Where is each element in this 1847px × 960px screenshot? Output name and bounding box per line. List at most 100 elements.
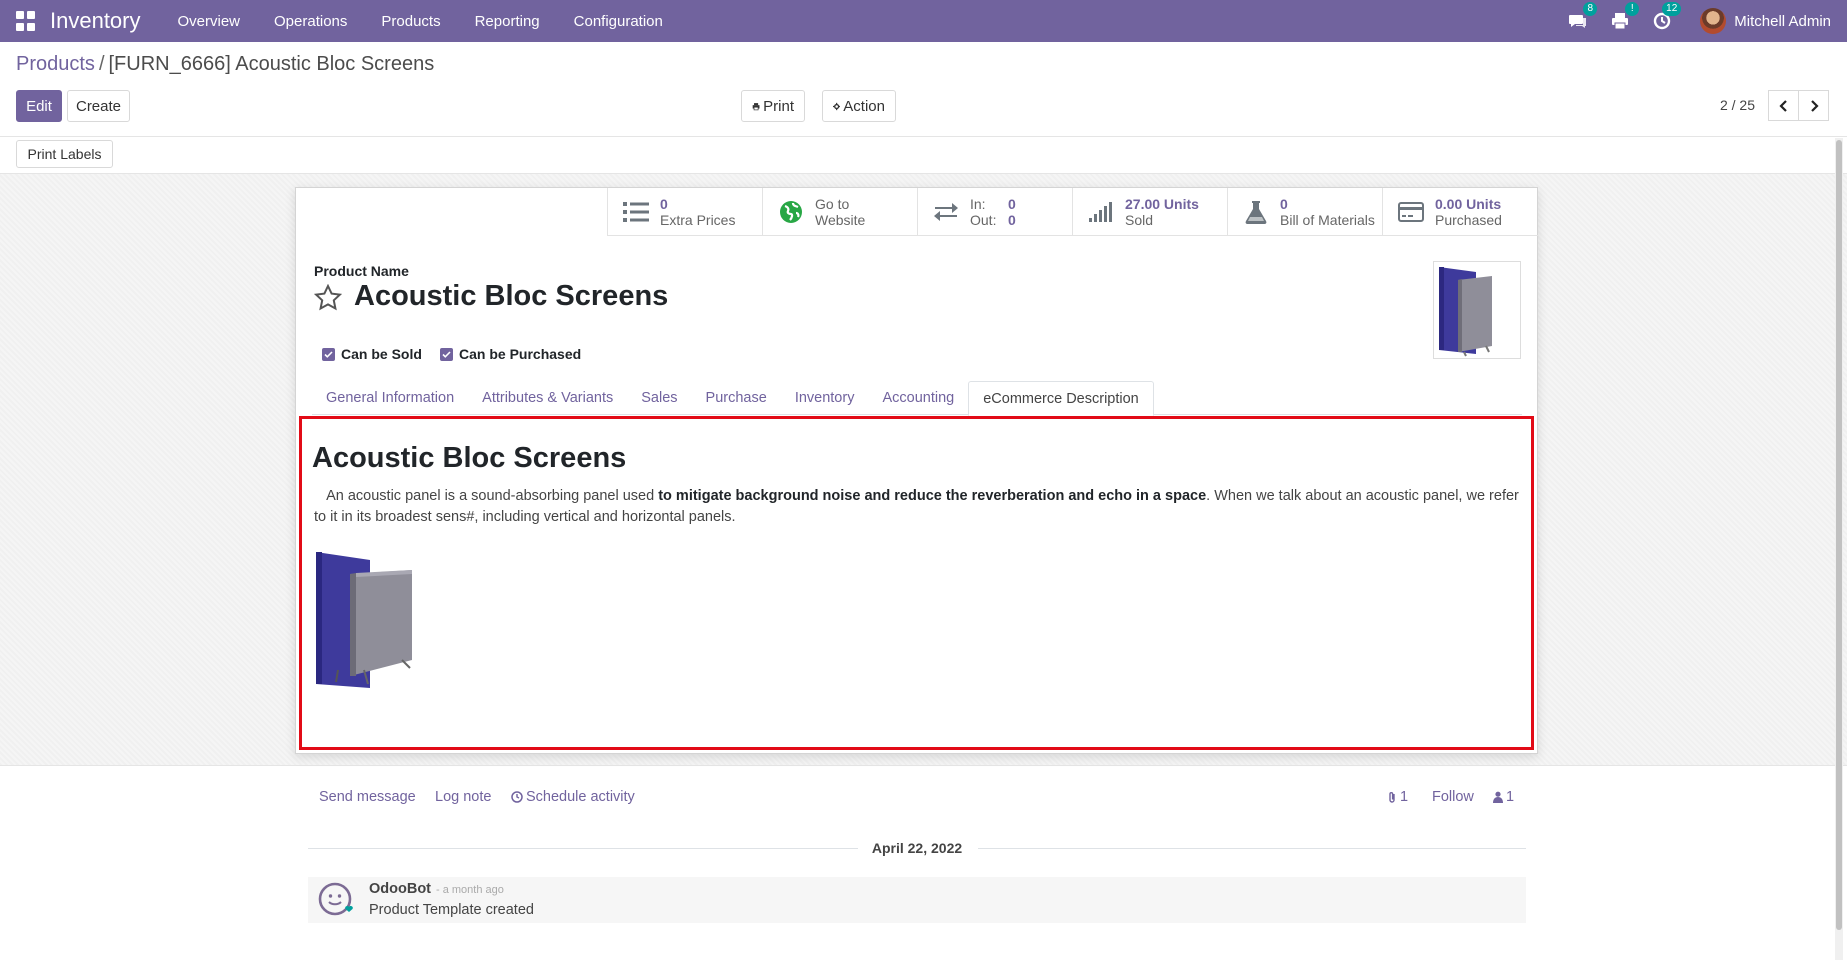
can-be-sold-checkbox[interactable]: Can be Sold [322, 346, 422, 362]
user-name[interactable]: Mitchell Admin [1734, 13, 1831, 30]
description-text-start: An acoustic panel is a sound-absorbing p… [326, 488, 659, 504]
description-image[interactable] [314, 550, 419, 690]
print-icon [752, 102, 760, 110]
website-label: Website [815, 212, 866, 228]
checkbox-checked-icon [322, 347, 335, 361]
notebook-tabs: General Information Attributes & Variant… [312, 381, 1522, 416]
pager-previous-button[interactable] [1768, 90, 1799, 121]
units-purchased-value: 0.00 Units [1435, 196, 1502, 212]
chevron-right-icon [1810, 99, 1819, 112]
units-purchased-label: Purchased [1435, 212, 1502, 228]
menu-operations[interactable]: Operations [257, 13, 364, 30]
in-out-moves-button[interactable]: In: 0 Out: 0 [917, 188, 1072, 236]
action-label: Action [843, 97, 885, 115]
warning-badge: ! [1625, 2, 1640, 16]
schedule-activity-button[interactable]: Schedule activity [511, 789, 635, 805]
extra-prices-label: Extra Prices [660, 212, 736, 228]
go-to-website-button[interactable]: Go to Website [762, 188, 917, 236]
action-button[interactable]: Action [822, 90, 896, 122]
product-image[interactable] [1433, 261, 1521, 359]
print-labels-button[interactable]: Print Labels [16, 140, 113, 168]
schedule-activity-label: Schedule activity [526, 789, 635, 805]
product-title[interactable]: Acoustic Bloc Screens [354, 280, 668, 313]
attachments-button[interactable]: 1 [1387, 789, 1408, 805]
units-purchased-button[interactable]: 0.00 Units Purchased [1382, 188, 1537, 236]
out-label: Out: [970, 212, 997, 228]
breadcrumb-separator: / [98, 53, 105, 75]
units-sold-value: 27.00 Units [1125, 196, 1199, 212]
clock-icon [511, 791, 523, 803]
tab-inventory[interactable]: Inventory [781, 381, 869, 415]
tab-general-information[interactable]: General Information [312, 381, 468, 415]
top-navbar: Inventory Overview Operations Products R… [0, 0, 1847, 42]
tab-sales[interactable]: Sales [627, 381, 691, 415]
date-label: April 22, 2022 [871, 840, 963, 856]
status-bar [0, 136, 1847, 174]
in-value: 0 [1008, 196, 1016, 212]
printer-activity-icon[interactable]: ! [1610, 2, 1640, 31]
favorite-star-icon[interactable] [314, 284, 342, 312]
description-text[interactable]: An acoustic panel is a sound-absorbing p… [314, 486, 1519, 528]
menu-products[interactable]: Products [364, 13, 457, 30]
user-avatar[interactable] [1700, 8, 1727, 34]
messages-badge: 8 [1583, 2, 1598, 16]
menu-reporting[interactable]: Reporting [458, 13, 557, 30]
globe-icon [777, 199, 805, 225]
activity-clock-icon[interactable]: 12 [1652, 2, 1682, 31]
tab-ecommerce-description[interactable]: eCommerce Description [968, 381, 1154, 416]
extra-prices-value: 0 [660, 196, 668, 212]
chevron-left-icon [1778, 99, 1787, 112]
tab-accounting[interactable]: Accounting [868, 381, 968, 415]
message-body: Product Template created [369, 902, 534, 918]
can-be-purchased-checkbox[interactable]: Can be Purchased [440, 346, 581, 362]
user-icon [1493, 791, 1503, 803]
tab-attributes-variants[interactable]: Attributes & Variants [468, 381, 627, 415]
follow-button[interactable]: Follow [1432, 789, 1474, 805]
apps-menu-icon[interactable] [16, 11, 36, 31]
list-icon [622, 199, 650, 225]
menu-overview[interactable]: Overview [161, 13, 258, 30]
signal-icon [1087, 199, 1115, 225]
gear-icon [833, 102, 841, 110]
can-be-sold-label: Can be Sold [341, 346, 422, 362]
description-title[interactable]: Acoustic Bloc Screens [312, 442, 626, 475]
attachments-count: 1 [1400, 789, 1409, 805]
breadcrumb: Products / [FURN_6666] Acoustic Bloc Scree… [16, 53, 434, 76]
paperclip-icon [1389, 791, 1395, 803]
extra-prices-button[interactable]: 0 Extra Prices [607, 188, 762, 236]
tab-purchase[interactable]: Purchase [692, 381, 781, 415]
print-button[interactable]: Print [741, 90, 805, 122]
bill-of-materials-button[interactable]: 0 Bill of Materials [1227, 188, 1382, 236]
followers-count: 1 [1506, 789, 1515, 805]
log-note-button[interactable]: Log note [435, 789, 491, 805]
print-label: Print [763, 97, 794, 115]
product-name-label: Product Name [314, 263, 409, 279]
message-time: - a month ago [436, 884, 504, 896]
send-message-button[interactable]: Send message [319, 789, 416, 805]
in-label: In: [970, 196, 986, 212]
form-sheet: 0 Extra Prices Go to Website In: 0 Out: 0 27… [295, 187, 1538, 754]
checkbox-checked-icon [440, 347, 453, 361]
messages-icon[interactable]: 8 [1568, 2, 1598, 31]
bom-label: Bill of Materials [1280, 212, 1375, 228]
units-sold-button[interactable]: 27.00 Units Sold [1072, 188, 1227, 236]
breadcrumb-products-link[interactable]: Products [16, 53, 95, 75]
app-name[interactable]: Inventory [50, 8, 141, 34]
breadcrumb-current: [FURN_6666] Acoustic Bloc Screens [108, 53, 435, 75]
message-author[interactable]: OdooBot [369, 881, 431, 897]
pager-value[interactable]: 2 / 25 [1720, 97, 1755, 113]
pager-next-button[interactable] [1798, 90, 1829, 121]
menu-configuration[interactable]: Configuration [557, 13, 680, 30]
edit-button[interactable]: Edit [16, 90, 62, 122]
odoobot-avatar-icon[interactable] [318, 882, 354, 918]
exchange-icon [932, 199, 960, 225]
flask-icon [1242, 199, 1270, 225]
chatter-message: OdooBot - a month ago Product Template c… [308, 877, 1526, 923]
units-sold-label: Sold [1125, 212, 1154, 228]
followers-button[interactable]: 1 [1493, 789, 1514, 805]
create-button[interactable]: Create [67, 90, 130, 122]
out-value: 0 [1008, 212, 1016, 228]
description-text-bold: to mitigate background noise and reduce … [658, 488, 1207, 504]
scrollbar-thumb[interactable] [1836, 140, 1842, 930]
website-value: Go to [815, 196, 850, 212]
